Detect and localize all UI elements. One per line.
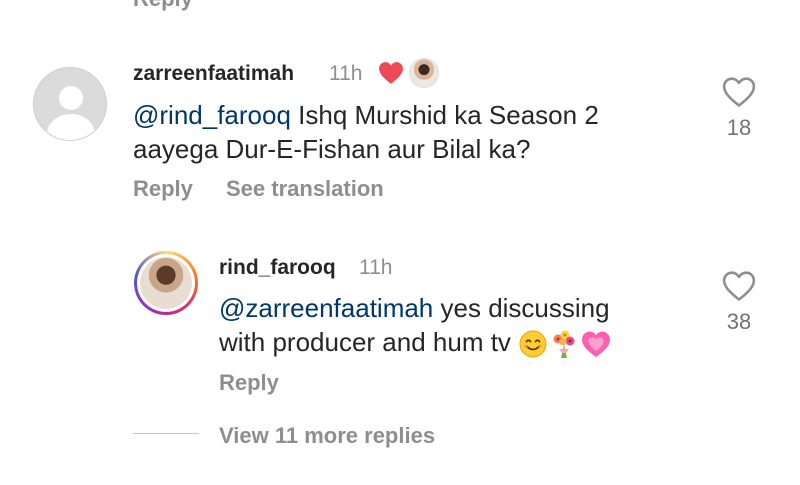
author-liked-heart-icon xyxy=(379,62,403,84)
mention-link[interactable]: @zarreenfaatimah xyxy=(219,293,433,323)
heart-icon[interactable] xyxy=(722,270,756,302)
reply-username[interactable]: rind_farooq xyxy=(219,256,336,280)
reply-text-part: with producer and hum tv xyxy=(219,327,511,357)
avatar-border xyxy=(137,254,195,312)
reply-text-part: yes discussing xyxy=(433,293,610,323)
comment-text-line-2: aayega Dur-E-Fishan aur Bilal ka? xyxy=(133,134,531,164)
default-avatar-head xyxy=(59,86,83,110)
reply-timestamp: 11h xyxy=(359,256,393,279)
heart-icon[interactable] xyxy=(722,76,756,108)
comment-text-part: Ishq Murshid ka Season 2 xyxy=(290,100,599,130)
thread-divider xyxy=(133,433,199,434)
growing-heart-icon xyxy=(582,331,611,358)
story-ring-avatar[interactable] xyxy=(134,251,198,315)
avatar-photo xyxy=(140,257,192,309)
comment-text-line-1: @rind_farooq Ishq Murshid ka Season 2 xyxy=(133,98,693,132)
smiling-face-icon xyxy=(519,330,547,358)
reply-button[interactable]: Reply xyxy=(133,176,193,202)
comment-timestamp: 11h xyxy=(329,62,363,85)
reply-text-line-2: with producer and hum tv xyxy=(219,325,699,360)
view-more-replies-button[interactable]: View 11 more replies xyxy=(219,423,435,449)
previous-reply-link[interactable]: Reply xyxy=(133,0,193,12)
default-avatar-body xyxy=(47,114,95,140)
comment-username[interactable]: zarreenfaatimah xyxy=(133,62,294,86)
bouquet-icon xyxy=(553,330,575,359)
reply-button[interactable]: Reply xyxy=(219,370,279,396)
see-translation-button[interactable]: See translation xyxy=(226,176,384,202)
author-avatar-mini xyxy=(409,58,439,88)
reply-text: @zarreenfaatimah yes discussing with pro… xyxy=(219,291,699,360)
like-count: 18 xyxy=(726,115,752,140)
reply-text-line-1: @zarreenfaatimah yes discussing xyxy=(219,291,699,325)
avatar[interactable] xyxy=(33,67,107,141)
mention-link[interactable]: @rind_farooq xyxy=(133,100,291,130)
comment-text: @rind_farooq Ishq Murshid ka Season 2 aa… xyxy=(133,98,693,166)
like-count: 38 xyxy=(726,309,752,334)
